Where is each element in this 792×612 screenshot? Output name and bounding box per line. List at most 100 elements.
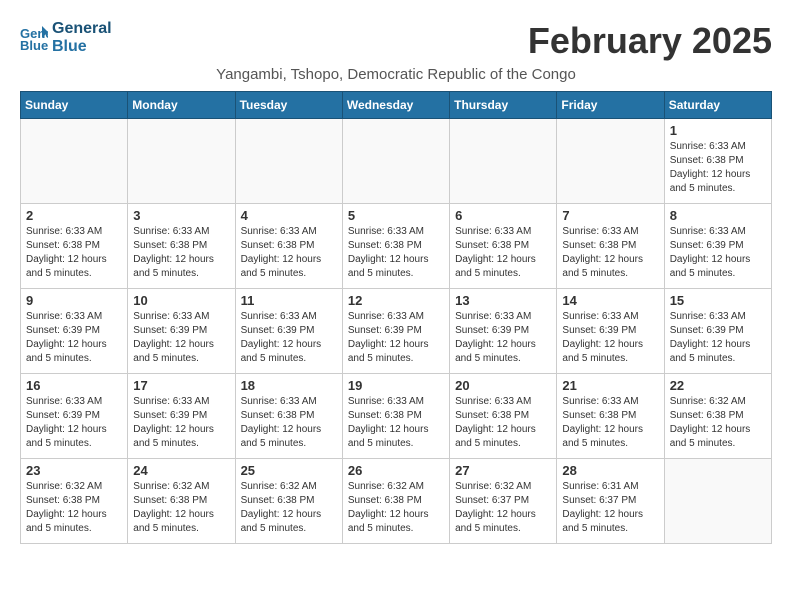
calendar-cell — [664, 459, 771, 544]
day-info: Sunrise: 6:33 AMSunset: 6:39 PMDaylight:… — [562, 310, 658, 366]
calendar-cell: 13 Sunrise: 6:33 AMSunset: 6:39 PMDayligh… — [450, 289, 557, 374]
day-number: 6 — [455, 208, 551, 223]
day-number: 17 — [133, 378, 229, 393]
day-number: 21 — [562, 378, 658, 393]
day-info: Sunrise: 6:33 AMSunset: 6:39 PMDaylight:… — [670, 225, 766, 281]
day-info: Sunrise: 6:33 AMSunset: 6:38 PMDaylight:… — [241, 395, 337, 451]
calendar-cell: 11 Sunrise: 6:33 AMSunset: 6:39 PMDayligh… — [235, 289, 342, 374]
calendar-cell: 20 Sunrise: 6:33 AMSunset: 6:38 PMDayligh… — [450, 374, 557, 459]
logo-line2: Blue — [52, 38, 112, 56]
calendar-cell: 21 Sunrise: 6:33 AMSunset: 6:38 PMDayligh… — [557, 374, 664, 459]
logo: General Blue General Blue — [20, 20, 112, 55]
day-info: Sunrise: 6:32 AMSunset: 6:37 PMDaylight:… — [455, 480, 551, 536]
svg-text:Blue: Blue — [20, 38, 48, 52]
day-info: Sunrise: 6:33 AMSunset: 6:39 PMDaylight:… — [26, 395, 122, 451]
calendar-cell: 10 Sunrise: 6:33 AMSunset: 6:39 PMDayligh… — [128, 289, 235, 374]
day-number: 20 — [455, 378, 551, 393]
day-info: Sunrise: 6:33 AMSunset: 6:38 PMDaylight:… — [562, 225, 658, 281]
day-info: Sunrise: 6:31 AMSunset: 6:37 PMDaylight:… — [562, 480, 658, 536]
calendar-cell: 17 Sunrise: 6:33 AMSunset: 6:39 PMDayligh… — [128, 374, 235, 459]
day-number: 4 — [241, 208, 337, 223]
calendar-cell: 24 Sunrise: 6:32 AMSunset: 6:38 PMDayligh… — [128, 459, 235, 544]
weekday-header-sunday: Sunday — [21, 92, 128, 119]
day-number: 12 — [348, 293, 444, 308]
calendar-cell: 22 Sunrise: 6:32 AMSunset: 6:38 PMDayligh… — [664, 374, 771, 459]
day-number: 15 — [670, 293, 766, 308]
day-info: Sunrise: 6:32 AMSunset: 6:38 PMDaylight:… — [133, 480, 229, 536]
weekday-header-tuesday: Tuesday — [235, 92, 342, 119]
day-number: 22 — [670, 378, 766, 393]
logo-line1: General — [52, 20, 112, 38]
weekday-header-thursday: Thursday — [450, 92, 557, 119]
day-info: Sunrise: 6:33 AMSunset: 6:38 PMDaylight:… — [562, 395, 658, 451]
calendar-cell: 7 Sunrise: 6:33 AMSunset: 6:38 PMDaylight… — [557, 204, 664, 289]
day-number: 18 — [241, 378, 337, 393]
calendar-cell: 3Sunrise: 6:33 AMSunset: 6:38 PMDaylight… — [128, 204, 235, 289]
calendar-cell: 25 Sunrise: 6:32 AMSunset: 6:38 PMDayligh… — [235, 459, 342, 544]
month-title: February 2025 — [528, 20, 772, 62]
day-number: 5 — [348, 208, 444, 223]
calendar-cell: 23 Sunrise: 6:32 AMSunset: 6:38 PMDayligh… — [21, 459, 128, 544]
day-number: 14 — [562, 293, 658, 308]
calendar-cell: 4 Sunrise: 6:33 AMSunset: 6:38 PMDaylight… — [235, 204, 342, 289]
calendar-table: SundayMondayTuesdayWednesdayThursdayFrid… — [20, 91, 772, 544]
calendar-cell: 18 Sunrise: 6:33 AMSunset: 6:38 PMDayligh… — [235, 374, 342, 459]
day-number: 26 — [348, 463, 444, 478]
day-info: Sunrise: 6:33 AMSunset: 6:38 PMDaylight:… — [670, 140, 766, 196]
calendar-cell: 16 Sunrise: 6:33 AMSunset: 6:39 PMDayligh… — [21, 374, 128, 459]
day-info: Sunrise: 6:32 AMSunset: 6:38 PMDaylight:… — [26, 480, 122, 536]
day-number: 7 — [562, 208, 658, 223]
calendar-cell: 28 Sunrise: 6:31 AMSunset: 6:37 PMDayligh… — [557, 459, 664, 544]
day-info: Sunrise: 6:32 AMSunset: 6:38 PMDaylight:… — [348, 480, 444, 536]
day-number: 28 — [562, 463, 658, 478]
calendar-cell — [557, 119, 664, 204]
day-number: 19 — [348, 378, 444, 393]
calendar-cell — [21, 119, 128, 204]
day-info: Sunrise: 6:33 AMSunset: 6:38 PMDaylight:… — [455, 395, 551, 451]
day-info: Sunrise: 6:33 AMSunset: 6:38 PMDaylight:… — [455, 225, 551, 281]
calendar-cell — [342, 119, 449, 204]
location-title: Yangambi, Tshopo, Democratic Republic of… — [20, 66, 772, 83]
logo-icon: General Blue — [20, 24, 48, 52]
day-info: Sunrise: 6:33 AMSunset: 6:38 PMDaylight:… — [348, 225, 444, 281]
day-info: Sunrise: 6:33 AMSunset: 6:38 PMDaylight:… — [26, 225, 122, 281]
weekday-header-saturday: Saturday — [664, 92, 771, 119]
day-info: Sunrise: 6:33 AMSunset: 6:38 PMDaylight:… — [133, 225, 229, 281]
calendar-cell: 9 Sunrise: 6:33 AMSunset: 6:39 PMDaylight… — [21, 289, 128, 374]
calendar-cell: 5 Sunrise: 6:33 AMSunset: 6:38 PMDaylight… — [342, 204, 449, 289]
day-number: 13 — [455, 293, 551, 308]
weekday-header-monday: Monday — [128, 92, 235, 119]
day-number: 25 — [241, 463, 337, 478]
calendar-cell — [450, 119, 557, 204]
calendar-cell: 2 Sunrise: 6:33 AMSunset: 6:38 PMDaylight… — [21, 204, 128, 289]
calendar-cell: 26 Sunrise: 6:32 AMSunset: 6:38 PMDayligh… — [342, 459, 449, 544]
calendar-cell: 8 Sunrise: 6:33 AMSunset: 6:39 PMDaylight… — [664, 204, 771, 289]
day-number: 2 — [26, 208, 122, 223]
day-info: Sunrise: 6:32 AMSunset: 6:38 PMDaylight:… — [241, 480, 337, 536]
day-number: 27 — [455, 463, 551, 478]
day-info: Sunrise: 6:33 AMSunset: 6:39 PMDaylight:… — [26, 310, 122, 366]
day-info: Sunrise: 6:33 AMSunset: 6:39 PMDaylight:… — [241, 310, 337, 366]
day-info: Sunrise: 6:33 AMSunset: 6:39 PMDaylight:… — [133, 310, 229, 366]
day-info: Sunrise: 6:33 AMSunset: 6:39 PMDaylight:… — [133, 395, 229, 451]
calendar-cell: 12 Sunrise: 6:33 AMSunset: 6:39 PMDayligh… — [342, 289, 449, 374]
day-number: 16 — [26, 378, 122, 393]
calendar-cell: 6 Sunrise: 6:33 AMSunset: 6:38 PMDaylight… — [450, 204, 557, 289]
day-info: Sunrise: 6:32 AMSunset: 6:38 PMDaylight:… — [670, 395, 766, 451]
weekday-header-friday: Friday — [557, 92, 664, 119]
day-number: 9 — [26, 293, 122, 308]
day-number: 10 — [133, 293, 229, 308]
day-info: Sunrise: 6:33 AMSunset: 6:39 PMDaylight:… — [348, 310, 444, 366]
day-number: 11 — [241, 293, 337, 308]
day-number: 23 — [26, 463, 122, 478]
day-number: 8 — [670, 208, 766, 223]
day-info: Sunrise: 6:33 AMSunset: 6:38 PMDaylight:… — [241, 225, 337, 281]
day-info: Sunrise: 6:33 AMSunset: 6:38 PMDaylight:… — [348, 395, 444, 451]
day-info: Sunrise: 6:33 AMSunset: 6:39 PMDaylight:… — [455, 310, 551, 366]
calendar-cell — [128, 119, 235, 204]
day-number: 24 — [133, 463, 229, 478]
weekday-header-wednesday: Wednesday — [342, 92, 449, 119]
calendar-cell — [235, 119, 342, 204]
day-number: 1 — [670, 123, 766, 138]
title-section: February 2025 — [528, 20, 772, 62]
